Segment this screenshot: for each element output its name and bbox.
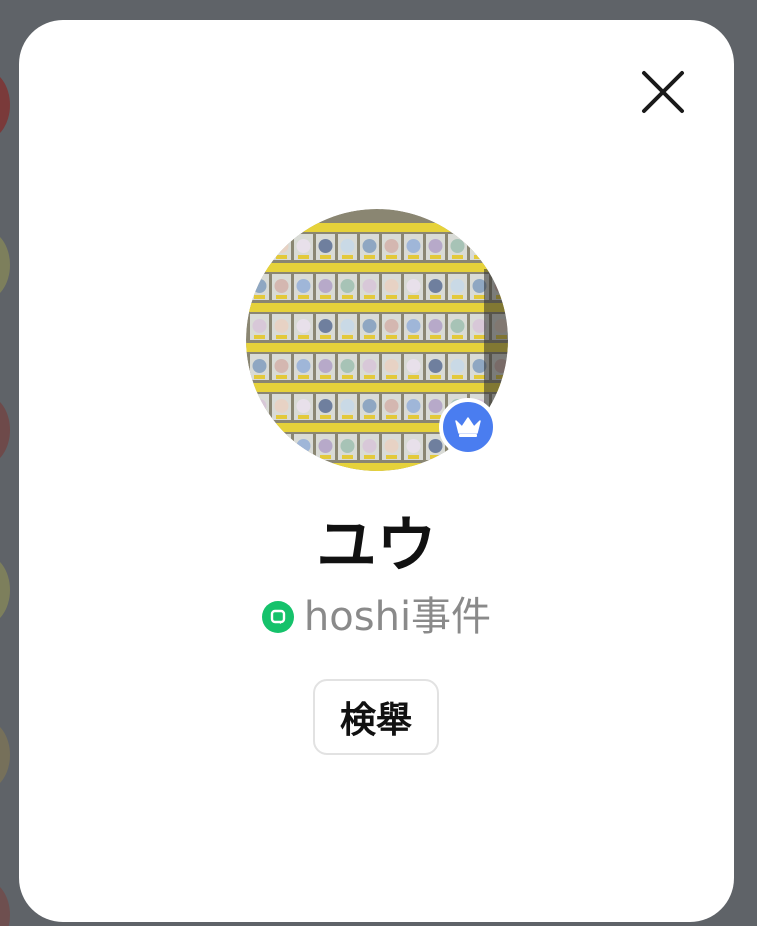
crown-icon xyxy=(455,417,481,437)
background-avatar xyxy=(0,555,10,625)
background-avatar xyxy=(0,395,10,465)
chat-bubble-icon xyxy=(261,601,294,633)
background-avatar xyxy=(0,70,10,140)
group-name: hoshi事件 xyxy=(303,594,492,640)
profile-modal: ユウ hoshi事件 検舉 xyxy=(19,20,734,922)
background-avatar xyxy=(0,720,10,790)
group-info: hoshi事件 xyxy=(19,592,734,642)
background-avatar xyxy=(0,880,10,926)
owner-badge xyxy=(439,398,497,456)
close-button[interactable] xyxy=(639,68,687,116)
background-avatar xyxy=(0,230,10,300)
profile-avatar-container[interactable] xyxy=(246,209,508,471)
profile-name: ユウ xyxy=(316,511,437,581)
report-button[interactable]: 検舉 xyxy=(313,679,439,755)
close-icon xyxy=(642,71,684,113)
